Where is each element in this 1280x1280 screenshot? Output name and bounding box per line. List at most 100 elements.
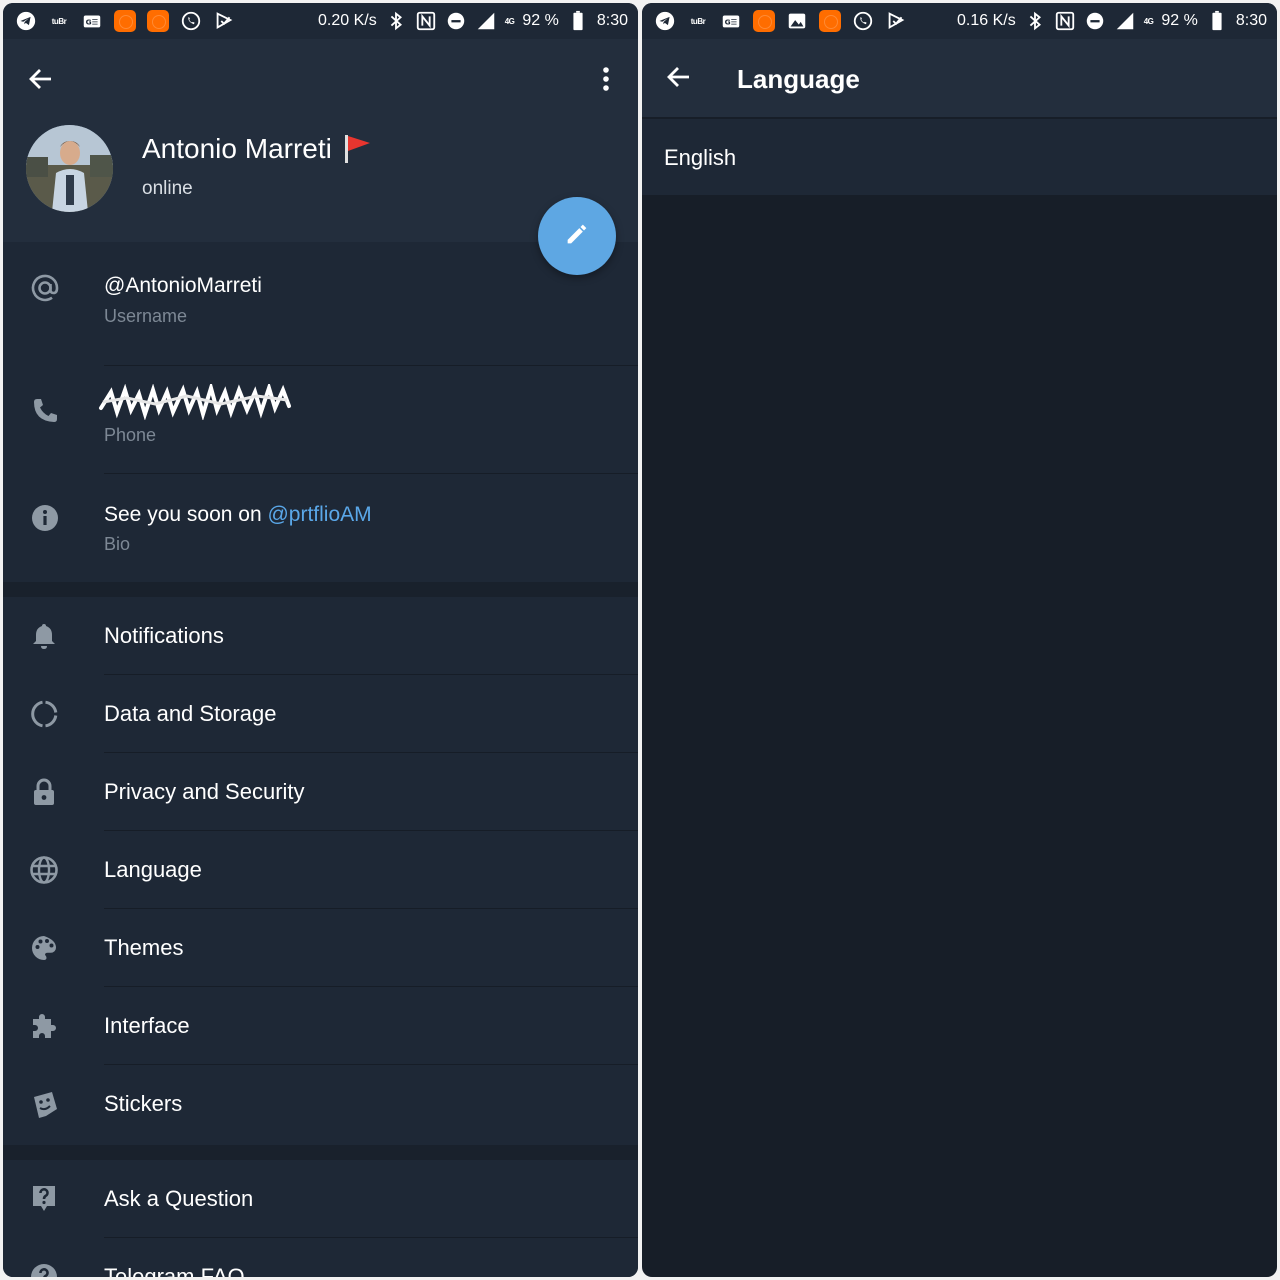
- network-speed: 0.20 K/s: [318, 12, 377, 29]
- section-gap: [3, 1145, 638, 1160]
- whatsapp-icon: [852, 10, 874, 32]
- menu-themes[interactable]: Themes: [3, 909, 638, 987]
- svg-text:G☰: G☰: [86, 18, 99, 27]
- mi-app-icon: [753, 10, 775, 32]
- tuner-text-icon: tuBr: [51, 16, 67, 26]
- menu-notifications[interactable]: Notifications: [3, 597, 638, 675]
- question-bubble-icon: [28, 1182, 60, 1214]
- menu-label: Privacy and Security: [104, 779, 305, 804]
- profile-header: Antonio Marreti online: [3, 39, 638, 242]
- help-section: Ask a Question Telegram FAQ: [3, 1160, 638, 1277]
- menu-label: Data and Storage: [104, 701, 277, 726]
- back-arrow-icon[interactable]: [25, 63, 57, 95]
- tuner-text-icon: tuBr: [690, 16, 706, 26]
- settings-menu: Notifications Data and Storage Privacy a…: [3, 597, 638, 1145]
- telegram-icon: [654, 10, 676, 32]
- menu-privacy-security[interactable]: Privacy and Security: [3, 753, 638, 831]
- play-flag-icon: [885, 10, 907, 32]
- clock: 8:30: [596, 12, 628, 29]
- puzzle-icon: [28, 1010, 60, 1042]
- settings-panel: tuBr G☰ 0.20 K/s 4G 92 % 8:30 Antonio Ma…: [3, 3, 638, 1277]
- ge-card-icon: G☰: [81, 10, 103, 32]
- profile-name-row: Antonio Marreti: [142, 133, 372, 165]
- do-not-disturb-icon: [445, 10, 467, 32]
- battery-percent: 92 %: [522, 12, 559, 29]
- language-header: Language: [642, 39, 1277, 117]
- menu-ask-question[interactable]: Ask a Question: [3, 1160, 638, 1238]
- status-bar: tuBr G☰ 0.20 K/s 4G 92 % 8:30: [3, 3, 638, 39]
- menu-label: Ask a Question: [104, 1186, 254, 1211]
- edit-profile-button[interactable]: [538, 197, 616, 275]
- profile-name: Antonio Marreti: [142, 133, 332, 164]
- whatsapp-icon: [180, 10, 202, 32]
- globe-icon: [28, 854, 60, 886]
- svg-text:G☰: G☰: [725, 18, 738, 27]
- menu-label: Notifications: [104, 623, 224, 648]
- pencil-icon: [563, 220, 591, 253]
- menu-label: Telegram FAQ: [104, 1264, 245, 1277]
- language-panel: tuBr G☰ 0.16 K/s 4G 92 % 8:30 Language E…: [642, 3, 1277, 1277]
- gallery-icon: [786, 10, 808, 32]
- red-flag-icon: [342, 133, 372, 165]
- username-value: @AntonioMarreti: [104, 274, 262, 297]
- menu-label: Themes: [104, 935, 184, 960]
- phone-label: Phone: [104, 425, 157, 445]
- bluetooth-icon: [1024, 10, 1046, 32]
- network-speed: 0.16 K/s: [957, 12, 1016, 29]
- sticker-icon: [28, 1088, 60, 1120]
- mi-app-icon: [114, 10, 136, 32]
- help-circle-icon: [28, 1261, 60, 1277]
- menu-data-storage[interactable]: Data and Storage: [3, 675, 638, 753]
- battery-icon: [567, 10, 589, 32]
- network-type: 4G: [1143, 16, 1154, 26]
- menu-label: Language: [104, 857, 202, 882]
- phone-row[interactable]: Phone: [3, 366, 638, 474]
- bio-row[interactable]: See you soon on @prtflioAM Bio: [3, 474, 638, 582]
- more-vertical-icon[interactable]: [594, 63, 618, 95]
- phone-icon: [29, 395, 61, 427]
- language-label: English: [664, 145, 737, 170]
- status-bar: tuBr G☰ 0.16 K/s 4G 92 % 8:30: [642, 3, 1277, 39]
- do-not-disturb-icon: [1084, 10, 1106, 32]
- bio-label: Bio: [104, 534, 131, 554]
- redacted-phone: [97, 384, 293, 420]
- bell-icon: [28, 620, 60, 652]
- lock-icon: [28, 776, 60, 808]
- menu-label: Stickers: [104, 1091, 183, 1116]
- ge-card-icon: G☰: [720, 10, 742, 32]
- clock: 8:30: [1235, 12, 1267, 29]
- nfc-icon: [415, 10, 437, 32]
- menu-language[interactable]: Language: [3, 831, 638, 909]
- account-info-section: @AntonioMarreti Username Phone See you s…: [3, 242, 638, 582]
- bio-value: See you soon on @prtflioAM: [104, 503, 372, 527]
- section-gap: [3, 582, 638, 597]
- username-row[interactable]: @AntonioMarreti Username: [3, 242, 638, 350]
- info-icon: [29, 502, 61, 534]
- page-title: Language: [737, 64, 860, 94]
- menu-stickers[interactable]: Stickers: [3, 1065, 638, 1143]
- bio-link[interactable]: @prtflioAM: [267, 503, 371, 526]
- bio-text: See you soon on: [104, 503, 268, 526]
- nfc-icon: [1054, 10, 1076, 32]
- language-option-english[interactable]: English: [642, 119, 1277, 195]
- avatar[interactable]: [26, 125, 113, 212]
- menu-label: Interface: [104, 1013, 190, 1038]
- battery-icon: [1206, 10, 1228, 32]
- username-label: Username: [104, 306, 188, 326]
- data-circle-icon: [28, 698, 60, 730]
- mi-app-icon: [819, 10, 841, 32]
- mi-app-icon: [147, 10, 169, 32]
- menu-telegram-faq[interactable]: Telegram FAQ: [3, 1238, 638, 1277]
- battery-percent: 92 %: [1161, 12, 1198, 29]
- menu-interface[interactable]: Interface: [3, 987, 638, 1065]
- palette-icon: [28, 932, 60, 964]
- telegram-icon: [15, 10, 37, 32]
- network-type: 4G: [504, 16, 515, 26]
- back-arrow-icon[interactable]: [663, 61, 695, 93]
- bluetooth-icon: [385, 10, 407, 32]
- play-flag-icon: [213, 10, 235, 32]
- signal-icon: [1114, 10, 1136, 32]
- signal-icon: [475, 10, 497, 32]
- at-icon: [29, 272, 61, 304]
- profile-status: online: [142, 178, 193, 199]
